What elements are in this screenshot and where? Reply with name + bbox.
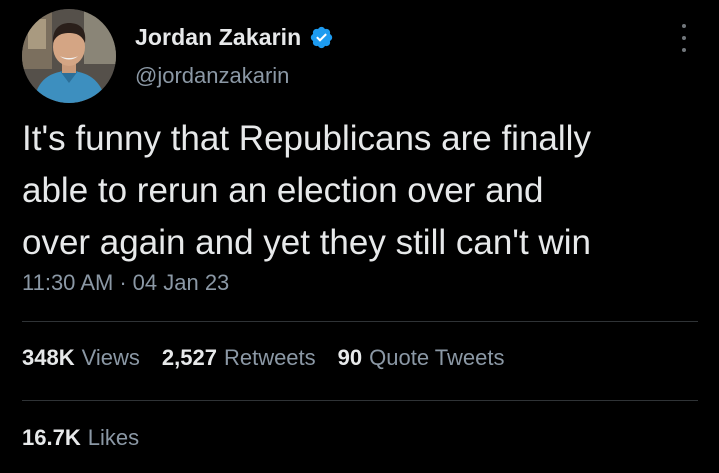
quote-tweets-stat[interactable]: 90 Quote Tweets xyxy=(338,345,505,371)
engagement-stats: 348K Views 2,527 Retweets 90 Quote Tweet… xyxy=(22,345,505,371)
views-count: 348K xyxy=(22,345,75,370)
likes-label: Likes xyxy=(87,425,140,450)
avatar-photo xyxy=(22,9,116,103)
author-name[interactable]: Jordan Zakarin xyxy=(135,24,301,51)
quote-tweets-label: Quote Tweets xyxy=(369,345,505,370)
verified-badge-icon xyxy=(309,25,334,50)
quote-tweets-count: 90 xyxy=(337,345,363,370)
divider xyxy=(22,321,698,322)
tweet-date[interactable]: 04 Jan 23 xyxy=(133,270,230,296)
views-label: Views xyxy=(81,345,140,370)
retweets-label: Retweets xyxy=(223,345,316,370)
author-name-row: Jordan Zakarin xyxy=(135,20,334,54)
tweet-text: It's funny that Republicans are finally … xyxy=(22,119,591,262)
tweet-card: Jordan Zakarin @jordanzakarin It's funny… xyxy=(0,0,719,473)
views-stat[interactable]: 348K Views xyxy=(22,345,140,371)
retweets-stat[interactable]: 2,527 Retweets xyxy=(162,345,316,371)
divider xyxy=(22,400,698,401)
likes-stat[interactable]: 16.7K Likes xyxy=(22,425,139,451)
more-options-icon[interactable] xyxy=(675,24,693,52)
likes-count: 16.7K xyxy=(22,425,81,450)
retweets-count: 2,527 xyxy=(161,345,217,370)
timestamp-row: 11:30 AM · 04 Jan 23 xyxy=(22,270,229,296)
timestamp-separator: · xyxy=(119,270,127,295)
tweet-time[interactable]: 11:30 AM xyxy=(22,270,113,296)
author-handle[interactable]: @jordanzakarin xyxy=(135,63,289,89)
avatar[interactable] xyxy=(22,9,116,103)
